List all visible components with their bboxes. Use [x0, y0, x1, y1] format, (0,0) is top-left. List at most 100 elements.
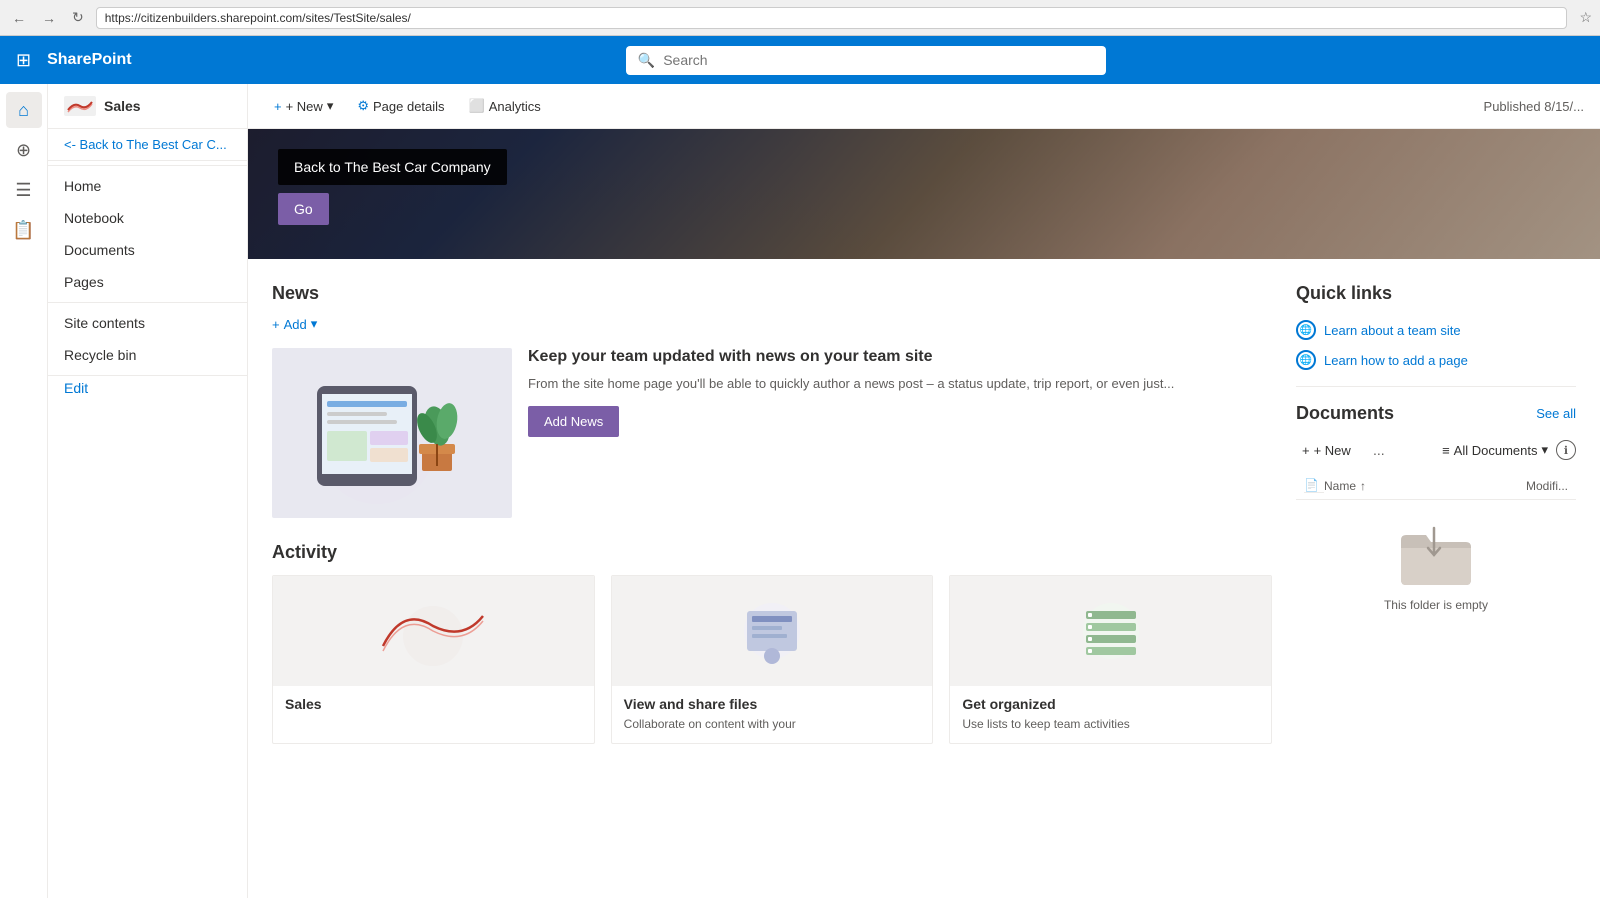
nav-notebook[interactable]: Notebook	[48, 202, 247, 234]
nav-recycle-bin[interactable]: Recycle bin	[48, 339, 247, 371]
waffle-icon[interactable]: ⊞	[12, 46, 35, 75]
left-nav: Sales <- Back to The Best Car C... Home …	[48, 84, 248, 898]
side-icon-bar: ⌂ ⊕ ☰ 📋	[0, 84, 48, 898]
nav-site-contents[interactable]: Site contents	[48, 307, 247, 339]
forward-button[interactable]: →	[38, 8, 60, 28]
home-side-icon[interactable]: ⌂	[6, 92, 42, 128]
nav-pages[interactable]: Pages	[48, 266, 247, 298]
filter-label: All Documents	[1454, 443, 1538, 458]
sharepoint-logo[interactable]: SharePoint	[47, 51, 131, 69]
filter-icon: ≡	[1442, 443, 1450, 458]
activity-card-sales: Sales	[272, 575, 595, 744]
docs-toolbar: + + New ... ≡ All Documents ▾ ℹ	[1296, 436, 1576, 464]
empty-folder-text: This folder is empty	[1384, 598, 1488, 612]
see-all-link[interactable]: See all	[1536, 406, 1576, 421]
page-details-label: Page details	[373, 99, 445, 114]
plus-icon: +	[272, 317, 280, 332]
nav-divider-2	[48, 302, 247, 303]
page-details-icon: ⚙	[357, 98, 369, 114]
site-logo	[64, 96, 96, 116]
main-content-area: News + Add ▾	[248, 259, 1600, 744]
quick-link-globe-icon-1: 🌐	[1296, 320, 1316, 340]
empty-folder: This folder is empty	[1296, 500, 1576, 632]
globe-side-icon[interactable]: ⊕	[6, 132, 42, 168]
back-button[interactable]: ←	[8, 8, 30, 28]
quick-link-2[interactable]: 🌐 Learn how to add a page	[1296, 350, 1576, 370]
docs-column-header: 📄 Name ↑ Modifi...	[1296, 472, 1576, 500]
activity-card-body-1: Sales	[273, 686, 594, 726]
activity-card-organized: Get organized Use lists to keep team act…	[949, 575, 1272, 744]
activity-card-title-2: View and share files	[624, 696, 921, 712]
hero-tooltip: Back to The Best Car Company	[278, 149, 507, 185]
quick-link-1[interactable]: 🌐 Learn about a team site	[1296, 320, 1576, 340]
docs-more-button[interactable]: ...	[1365, 436, 1393, 464]
new-button[interactable]: + + New ▾	[264, 92, 343, 120]
quick-links-section: Quick links 🌐 Learn about a team site 🌐 …	[1296, 283, 1576, 370]
activity-card-body-3: Get organized Use lists to keep team act…	[950, 686, 1271, 743]
filter-chevron-icon: ▾	[1541, 442, 1548, 458]
nav-documents[interactable]: Documents	[48, 234, 247, 266]
right-sidebar: Quick links 🌐 Learn about a team site 🌐 …	[1296, 283, 1576, 744]
name-label: Name	[1324, 479, 1356, 493]
analytics-label: Analytics	[489, 99, 541, 114]
documents-section: Documents See all + + New ... ≡ All Docu…	[1296, 403, 1576, 632]
name-sort-icon: ↑	[1360, 479, 1366, 493]
add-news-button[interactable]: Add News	[528, 406, 619, 437]
news-card-title: Keep your team updated with news on your…	[528, 348, 1272, 366]
news-block: Keep your team updated with news on your…	[272, 348, 1272, 518]
nav-home[interactable]: Home	[48, 170, 247, 202]
activity-card-body-2: View and share files Collaborate on cont…	[612, 686, 933, 743]
main-layout: ⌂ ⊕ ☰ 📋 Sales <- Back to The Best Car C.…	[0, 84, 1600, 898]
left-main-content: News + Add ▾	[272, 283, 1296, 744]
docs-col-modified: Modifi...	[1508, 479, 1568, 493]
activity-card-desc-3: Use lists to keep team activities	[962, 716, 1259, 733]
activity-card-img-2	[612, 576, 933, 686]
published-status: Published 8/15/...	[1484, 99, 1584, 114]
docs-new-label: + New	[1314, 443, 1351, 458]
news-add-button[interactable]: + Add ▾	[272, 316, 1272, 332]
activity-card-img-1	[273, 576, 594, 686]
page-toolbar: + + New ▾ ⚙ Page details ⬜ Analytics Pub…	[248, 84, 1600, 129]
docs-col-icon: 📄	[1304, 478, 1324, 493]
activity-title: Activity	[272, 542, 1272, 563]
news-text-area: Keep your team updated with news on your…	[528, 348, 1272, 518]
refresh-button[interactable]: ↻	[68, 7, 88, 28]
pages-side-icon[interactable]: ☰	[6, 172, 42, 208]
docs-col-name[interactable]: Name ↑	[1324, 479, 1508, 493]
quick-link-label-2: Learn how to add a page	[1324, 353, 1468, 368]
site-title: Sales	[104, 98, 141, 114]
hero-go-button[interactable]: Go	[278, 193, 329, 225]
hero-banner: Back to The Best Car Company Go	[248, 129, 1600, 259]
docs-plus-icon: +	[1302, 443, 1310, 458]
docs-header: Documents See all	[1296, 403, 1576, 424]
content-area: + + New ▾ ⚙ Page details ⬜ Analytics Pub…	[248, 84, 1600, 898]
nav-edit[interactable]: Edit	[48, 372, 104, 404]
docs-filter-button[interactable]: ≡ All Documents ▾	[1442, 442, 1548, 458]
search-icon: 🔍	[638, 52, 655, 69]
file-type-icon: 📄	[1304, 478, 1319, 492]
activity-card-files: View and share files Collaborate on cont…	[611, 575, 934, 744]
address-bar[interactable]: https://citizenbuilders.sharepoint.com/s…	[96, 7, 1568, 29]
sidebar-divider	[1296, 386, 1576, 387]
activity-card-title-1: Sales	[285, 696, 582, 712]
docs-title: Documents	[1296, 403, 1394, 424]
sharepoint-topbar: ⊞ SharePoint 🔍	[0, 36, 1600, 84]
analytics-icon: ⬜	[469, 98, 485, 114]
bookmark-icon[interactable]: ☆	[1579, 9, 1592, 26]
add-dropdown-icon: ▾	[311, 316, 318, 332]
hero-overlay: Back to The Best Car Company Go	[278, 149, 507, 225]
docs-new-button[interactable]: + + New	[1296, 439, 1357, 462]
add-label: Add	[284, 317, 307, 332]
analytics-button[interactable]: ⬜ Analytics	[459, 92, 551, 120]
notes-side-icon[interactable]: 📋	[6, 212, 42, 248]
plus-icon: +	[274, 99, 282, 114]
news-title: News	[272, 283, 1272, 304]
activity-card-img-3	[950, 576, 1271, 686]
quick-links-title: Quick links	[1296, 283, 1576, 304]
nav-divider	[48, 165, 247, 166]
search-input[interactable]	[663, 52, 1094, 68]
back-to-parent-link[interactable]: <- Back to The Best Car C...	[48, 129, 247, 161]
page-details-button[interactable]: ⚙ Page details	[347, 92, 454, 120]
search-box[interactable]: 🔍	[626, 46, 1106, 75]
docs-info-button[interactable]: ℹ	[1556, 440, 1576, 460]
